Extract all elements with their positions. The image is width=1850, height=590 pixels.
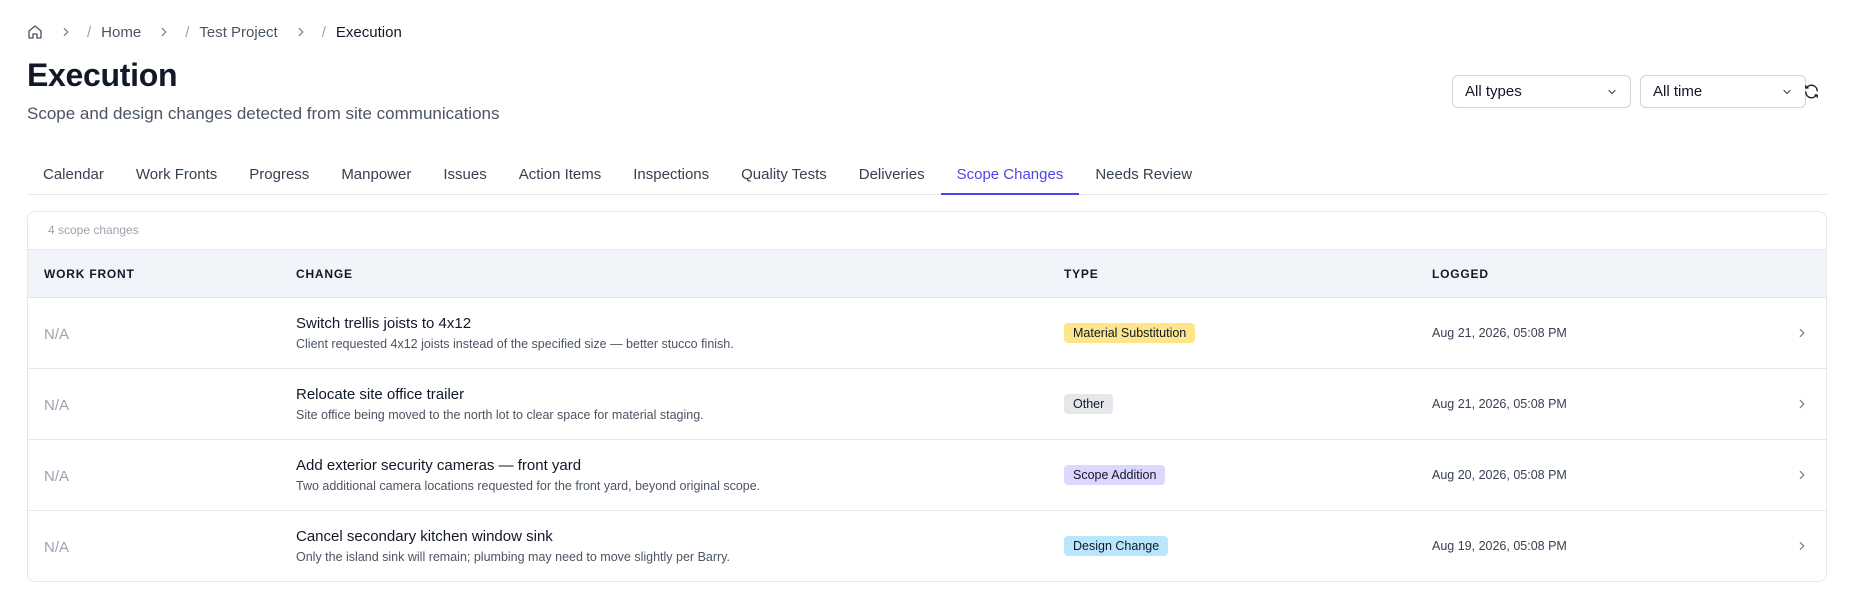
chevron-right-icon	[294, 25, 308, 39]
tab-bar: Calendar Work Fronts Progress Manpower I…	[27, 158, 1827, 195]
tab-needs-review[interactable]: Needs Review	[1079, 158, 1208, 194]
type-badge: Scope Addition	[1064, 465, 1166, 485]
work-front-cell: N/A	[44, 539, 70, 556]
change-title: Cancel secondary kitchen window sink	[296, 528, 553, 545]
breadcrumb-project[interactable]: Test Project	[199, 24, 277, 41]
tab-manpower[interactable]: Manpower	[325, 158, 427, 194]
chevron-right-icon[interactable]	[1795, 326, 1809, 340]
breadcrumb-slash: /	[321, 23, 326, 41]
change-description: Site office being moved to the north lot…	[296, 408, 704, 422]
type-filter-value: All types	[1465, 83, 1522, 100]
logged-timestamp: Aug 19, 2026, 05:08 PM	[1432, 539, 1567, 553]
change-description: Client requested 4x12 joists instead of …	[296, 337, 734, 351]
home-icon[interactable]	[27, 24, 43, 40]
tab-action-items[interactable]: Action Items	[503, 158, 618, 194]
table-row[interactable]: N/A Switch trellis joists to 4x12 Client…	[28, 298, 1826, 369]
tab-inspections[interactable]: Inspections	[617, 158, 725, 194]
logged-timestamp: Aug 20, 2026, 05:08 PM	[1432, 468, 1567, 482]
chevron-right-icon	[157, 25, 171, 39]
breadcrumb-slash: /	[185, 23, 190, 41]
table-header: WORK FRONT CHANGE TYPE LOGGED	[28, 249, 1826, 298]
tab-issues[interactable]: Issues	[427, 158, 502, 194]
table-row[interactable]: N/A Add exterior security cameras — fron…	[28, 440, 1826, 511]
type-filter-select[interactable]: All types	[1452, 75, 1631, 108]
change-description: Two additional camera locations requeste…	[296, 479, 761, 493]
page-title: Execution	[27, 57, 178, 93]
breadcrumb-home[interactable]: Home	[101, 24, 141, 41]
tab-quality-tests[interactable]: Quality Tests	[725, 158, 843, 194]
tab-deliveries[interactable]: Deliveries	[843, 158, 941, 194]
chevron-right-icon[interactable]	[1795, 468, 1809, 482]
type-badge: Material Substitution	[1064, 323, 1196, 343]
breadcrumb: / Home / Test Project / Execution	[27, 22, 402, 42]
tab-calendar[interactable]: Calendar	[27, 158, 120, 194]
chevron-right-icon[interactable]	[1795, 397, 1809, 411]
type-badge: Design Change	[1064, 536, 1169, 556]
column-header-type: TYPE	[1064, 267, 1099, 281]
chevron-right-icon	[59, 25, 73, 39]
chevron-down-icon	[1606, 86, 1618, 98]
refresh-icon[interactable]	[1801, 81, 1821, 101]
time-filter-value: All time	[1653, 83, 1703, 100]
logged-timestamp: Aug 21, 2026, 05:08 PM	[1432, 326, 1567, 340]
table-row[interactable]: N/A Cancel secondary kitchen window sink…	[28, 511, 1826, 581]
scope-changes-table: 4 scope changes WORK FRONT CHANGE TYPE L…	[27, 211, 1827, 582]
chevron-right-icon[interactable]	[1795, 539, 1809, 553]
time-filter-select[interactable]: All time	[1640, 75, 1806, 108]
column-header-change: CHANGE	[296, 267, 353, 281]
work-front-cell: N/A	[44, 326, 70, 343]
work-front-cell: N/A	[44, 397, 70, 414]
page-subtitle: Scope and design changes detected from s…	[27, 104, 500, 123]
column-header-work-front: WORK FRONT	[44, 267, 135, 281]
scope-change-count: 4 scope changes	[48, 223, 139, 237]
type-badge: Other	[1064, 394, 1114, 414]
change-title: Switch trellis joists to 4x12	[296, 315, 472, 332]
tab-work-fronts[interactable]: Work Fronts	[120, 158, 233, 194]
logged-timestamp: Aug 21, 2026, 05:08 PM	[1432, 397, 1567, 411]
change-title: Relocate site office trailer	[296, 386, 465, 403]
chevron-down-icon	[1781, 86, 1793, 98]
change-title: Add exterior security cameras — front ya…	[296, 457, 582, 474]
table-row[interactable]: N/A Relocate site office trailer Site of…	[28, 369, 1826, 440]
breadcrumb-current: Execution	[335, 23, 402, 41]
breadcrumb-slash: /	[87, 23, 92, 41]
work-front-cell: N/A	[44, 468, 70, 485]
column-header-logged: LOGGED	[1432, 267, 1489, 281]
tab-scope-changes[interactable]: Scope Changes	[940, 158, 1080, 195]
tab-progress[interactable]: Progress	[233, 158, 325, 194]
change-description: Only the island sink will remain; plumbi…	[296, 550, 730, 564]
